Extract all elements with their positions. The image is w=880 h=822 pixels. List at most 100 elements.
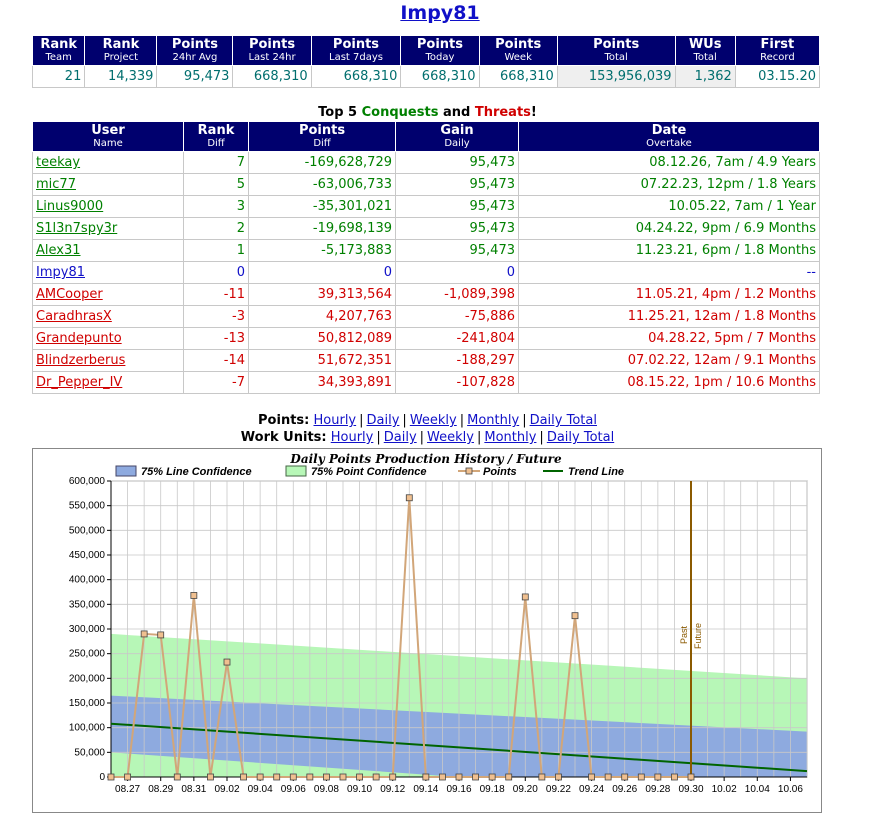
y-tick-label: 0 [99,772,105,783]
wu-link-hourly[interactable]: Hourly [331,430,374,445]
data-point [190,592,198,599]
legend-swatch-point-confidence [285,465,307,477]
rank-cell-user: Linus9000 [32,195,184,218]
stats-value: 668,310 [310,65,402,88]
stats-value: 95,473 [156,65,234,88]
x-tick-label: 09.22 [546,784,571,795]
user-link[interactable]: Linus9000 [36,199,103,214]
stats-header-points-today: Points Today [400,35,480,66]
rank-cell-gain: 95,473 [395,151,519,174]
user-link[interactable]: Blindzerberus [36,353,125,368]
link-separator: | [359,413,364,428]
stats-table: Rank Team Rank Project Points 24hr Avg Points L… [31,35,821,88]
stats-value: 668,310 [232,65,312,88]
rank-table: User Name Rank Diff Points Diff Gain Daily Date O… [32,121,820,394]
rank-cell-points: -63,006,733 [248,173,396,196]
rank-cell-diff: 0 [183,261,249,284]
rank-cell-diff: 1 [183,239,249,262]
x-tick-label: 09.20 [513,784,538,795]
rank-header-sub: Daily [444,138,470,149]
rank-cell-points: -35,301,021 [248,195,396,218]
user-link[interactable]: Grandepunto [36,331,122,346]
link-separator: | [376,430,381,445]
wu-link-daily[interactable]: Daily [384,430,417,445]
rank-cell-date: 11.25.21, 12am / 1.8 Months [518,305,820,328]
rank-cell-user: Grandepunto [32,327,184,350]
data-point [173,773,181,781]
rank-cell-points: 39,313,564 [248,283,396,306]
points-link-monthly[interactable]: Monthly [467,413,519,428]
x-tick-label: 09.12 [380,784,405,795]
x-tick-label: 09.04 [248,784,273,795]
stats-header-label: Points [171,37,218,52]
data-point [372,773,380,781]
data-point [604,773,612,781]
rank-cell-diff: -14 [183,349,249,372]
link-separator: | [522,413,527,428]
data-point [157,631,165,639]
wu-links-label: Work Units: [240,430,327,445]
legend-swatch-line-confidence [115,465,137,477]
page-title[interactable]: Impy81 [0,2,880,24]
stats-value: 14,339 [84,65,158,88]
data-point [389,773,397,781]
legend-trend: Trend Line [568,466,624,478]
user-name-link[interactable]: Impy81 [400,2,479,24]
rank-cell-gain: -75,886 [395,305,519,328]
stats-header-label: WUs [688,37,722,52]
data-point [521,593,529,601]
rank-cell-user: S1l3n7spy3r [32,217,184,240]
user-link[interactable]: AMCooper [36,287,103,302]
rank-cell-date: 07.02.22, 12am / 9.1 Months [518,349,820,372]
user-link[interactable]: teekay [36,155,80,170]
rank-row: S1l3n7spy3r 2 -19,698,139 95,473 04.24.22, 9… [32,217,820,240]
rank-cell-user: CaradhrasX [32,305,184,328]
stats-header-label: First [760,37,795,52]
points-link-hourly[interactable]: Hourly [314,413,357,428]
legend-swatch-points-marker [465,467,473,475]
user-link[interactable]: Dr_Pepper_IV [36,375,122,390]
stats-header-sub: 24hr Avg [172,52,218,63]
data-point [505,773,513,781]
wu-link-monthly[interactable]: Monthly [484,430,536,445]
stats-header-label: Points [332,37,380,52]
rank-cell-diff: 3 [183,195,249,218]
user-link[interactable]: S1l3n7spy3r [36,221,117,236]
data-point [654,773,662,781]
wu-link-weekly[interactable]: Weekly [427,430,474,445]
user-link[interactable]: Impy81 [36,265,85,280]
rank-cell-gain: -188,297 [395,349,519,372]
rank-header-sub: Overtake [646,138,692,149]
rank-cell-points: -169,628,729 [248,151,396,174]
rank-header-label: Date [651,123,687,138]
user-link[interactable]: CaradhrasX [36,309,112,324]
y-tick-label: 50,000 [74,747,105,758]
stats-value: 668,310 [478,65,558,88]
rank-header-sub: Diff [313,138,331,149]
rank-cell-date: 11.05.21, 4pm / 1.2 Months [518,283,820,306]
x-tick-label: 08.29 [148,784,173,795]
top5-heading: Top 5 Conquests and Threats! [0,105,855,120]
rank-header-label: Rank [197,123,235,138]
points-link-weekly[interactable]: Weekly [410,413,457,428]
rank-row: Alex31 1 -5,173,883 95,473 11.23.21, 6pm / 1… [32,239,820,262]
wu-link-daily-total[interactable]: Daily Total [547,430,614,445]
user-link[interactable]: mic77 [36,177,76,192]
x-tick-label: 09.10 [347,784,372,795]
rank-row: Linus9000 3 -35,301,021 95,473 10.05.22, 7am… [32,195,820,218]
stats-header-label: Rank [102,37,140,52]
points-link-daily[interactable]: Daily [367,413,400,428]
y-tick-label: 100,000 [69,723,106,734]
stats-header-label: Rank [40,37,78,52]
wu-links: Work Units: Hourly | Daily | Weekly | Monthly |… [0,430,855,445]
x-tick-label: 08.27 [115,784,140,795]
y-tick-label: 350,000 [69,599,106,610]
rank-row: mic77 5 -63,006,733 95,473 07.22.23, 12pm / … [32,173,820,196]
rank-header-gain: Gain Daily [395,121,519,152]
rank-cell-diff: 2 [183,217,249,240]
legend-line-confidence: 75% Line Confidence [141,466,252,478]
points-link-daily-total[interactable]: Daily Total [530,413,597,428]
user-link[interactable]: Alex31 [36,243,81,258]
data-point [256,773,264,781]
stats-value: 03.15.20 [734,65,821,88]
